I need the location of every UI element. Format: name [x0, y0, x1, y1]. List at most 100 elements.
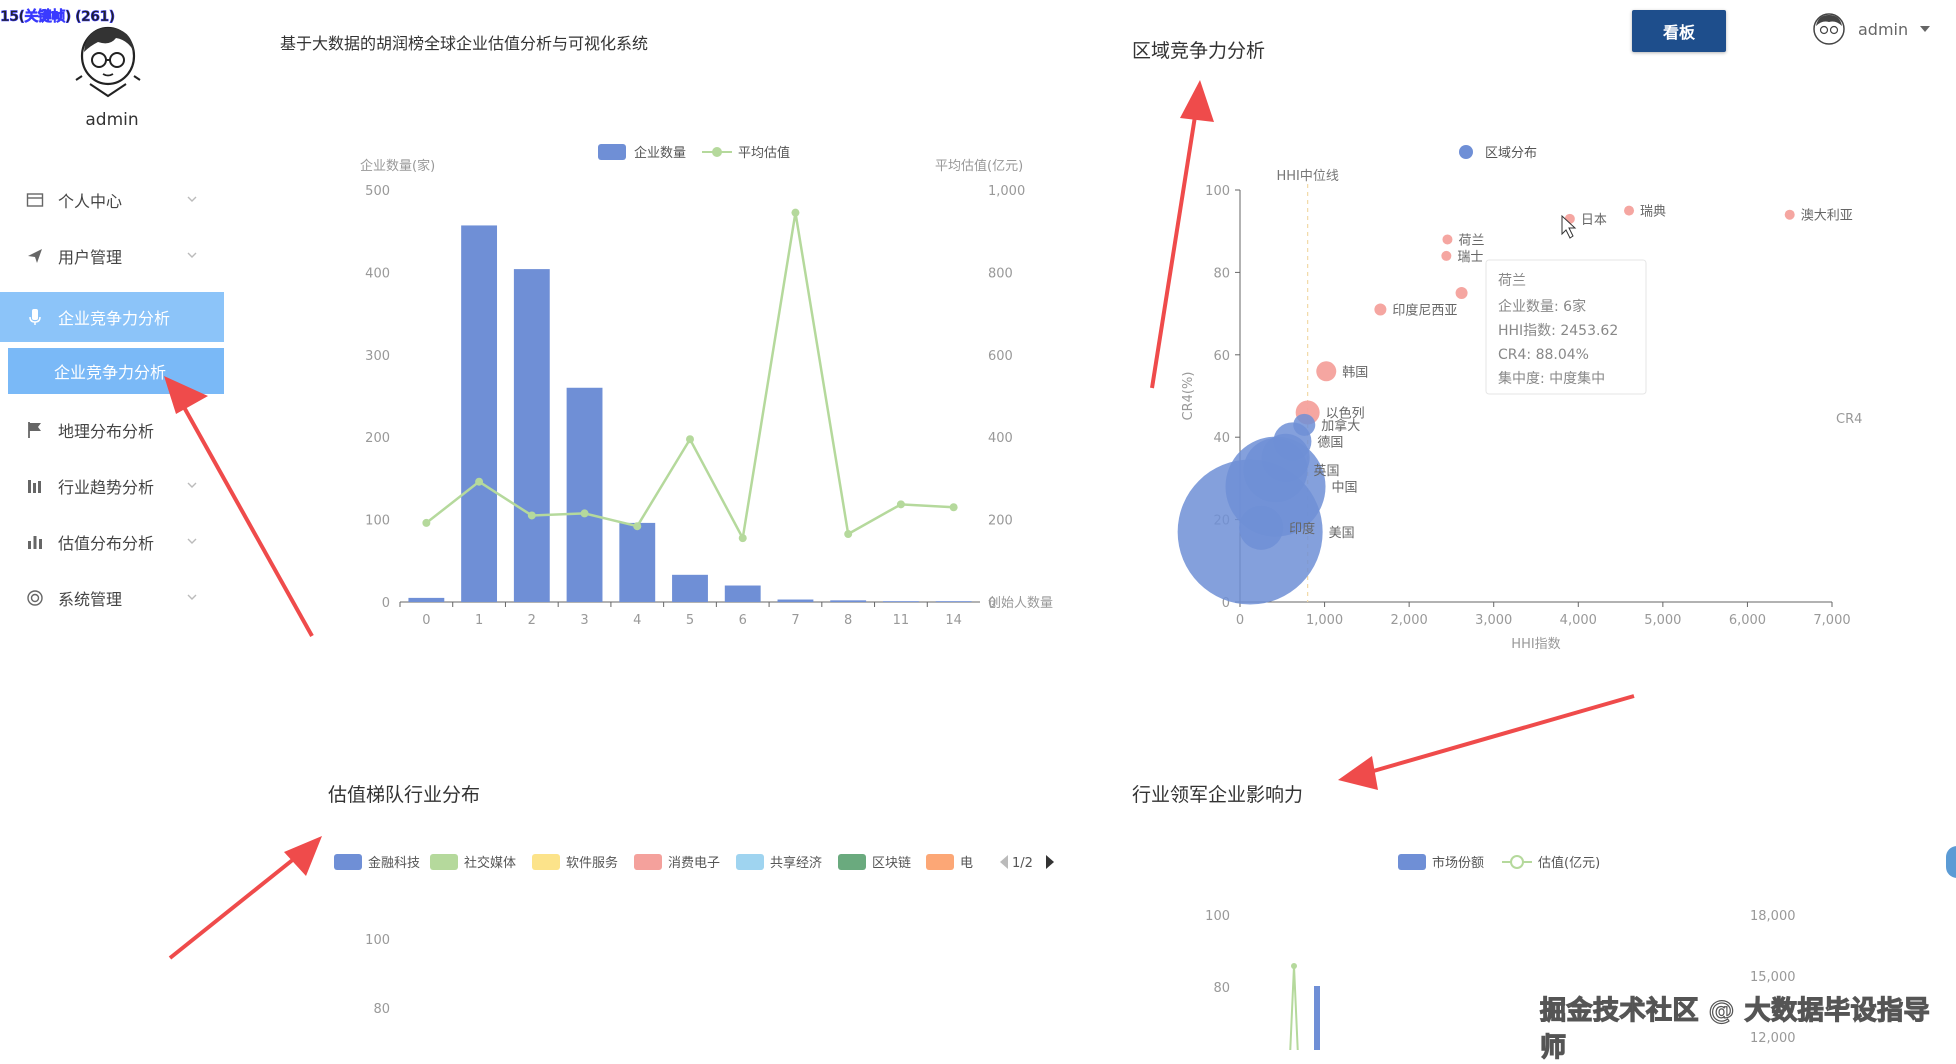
menu-item-valuation[interactable]: 估值分布分析 — [0, 514, 224, 570]
scatter-label: 中国 — [1332, 481, 1358, 496]
x-tick: 2,000 — [1391, 613, 1428, 628]
y-tick: 60 — [1213, 349, 1230, 364]
bar-partial — [1314, 986, 1320, 1050]
scatter-label: 澳大利亚 — [1801, 208, 1853, 224]
legend-label-valuation: 平均估值 — [738, 145, 790, 161]
y-tick-right: 18,000 — [1750, 909, 1796, 924]
scatter-point-14 — [1239, 505, 1284, 550]
menu-item-trend[interactable]: 行业趋势分析 — [0, 458, 224, 514]
y-tick-right: 400 — [988, 431, 1013, 446]
x-axis-name: HHI指数 — [1511, 637, 1560, 652]
send-icon — [26, 247, 44, 265]
menu-item-profile[interactable]: 个人中心 — [0, 172, 224, 228]
tier-chart: 金融科技 社交媒体 软件服务 消费电子 共享经济 区块链 电 1/2 100 80 — [334, 854, 1054, 1017]
menu-item-users[interactable]: 用户管理 — [0, 228, 224, 284]
legend-label: 软件服务 — [566, 855, 618, 871]
scatter-label: 德国 — [1317, 435, 1343, 450]
system-title: 基于大数据的胡润榜全球企业估值分析与可视化系统 — [280, 34, 649, 53]
tier-section-title: 估值梯队行业分布 — [328, 784, 481, 806]
legend-swatch — [334, 854, 362, 870]
legend-swatch-count — [598, 144, 626, 160]
menu-label-valuation: 估值分布分析 — [58, 534, 155, 553]
legend-label-count: 企业数量 — [634, 145, 686, 161]
y-tick: 100 — [1205, 184, 1230, 199]
user-avatar-small — [1813, 13, 1845, 45]
legend-dot-region — [1459, 145, 1473, 159]
cr4-label: CR4 — [1836, 412, 1862, 427]
tooltip-line: CR4: 88.04% — [1498, 347, 1589, 363]
tooltip-line: 企业数量: 6家 — [1498, 298, 1586, 315]
menu-label-system: 系统管理 — [58, 590, 123, 609]
menu-item-geo[interactable]: 地理分布分析 — [0, 402, 224, 458]
menu-label-profile: 个人中心 — [58, 192, 123, 211]
y-tick-left: 0 — [382, 596, 390, 611]
submenu-item-competitiveness[interactable]: 企业竞争力分析 — [8, 348, 224, 394]
menu-label-users: 用户管理 — [58, 248, 123, 267]
x-tick: 3,000 — [1475, 613, 1512, 628]
x-tick-label: 7 — [791, 613, 799, 628]
valuation-point-4 — [633, 522, 642, 531]
y-tick-left: 500 — [365, 184, 390, 199]
y-tick-right: 15,000 — [1750, 970, 1796, 985]
x-tick-label: 0 — [422, 613, 430, 628]
x-tick: 1,000 — [1306, 613, 1343, 628]
floating-handle[interactable] — [1946, 846, 1956, 878]
line-partial — [1289, 965, 1299, 1050]
scatter-point-6 — [1374, 303, 1387, 316]
legend-label: 金融科技 — [368, 855, 420, 871]
menu-item-system[interactable]: 系统管理 — [0, 570, 224, 626]
leader-section-title: 行业领军企业影响力 — [1132, 784, 1304, 806]
valuation-point-5 — [686, 435, 694, 444]
y-tick-right: 600 — [988, 349, 1013, 364]
bar-4 — [619, 522, 656, 602]
valuation-line — [425, 212, 954, 542]
user-menu[interactable]: admin — [1812, 12, 1932, 46]
column-icon — [26, 533, 44, 551]
bar-6 — [724, 585, 761, 602]
y-tick-left: 100 — [365, 514, 390, 529]
y-tick-right: 800 — [988, 266, 1013, 281]
scatter-point-3 — [1442, 234, 1453, 245]
x-tick-label: 4 — [633, 613, 641, 628]
bar-2 — [513, 269, 550, 602]
chevron-down-icon — [187, 196, 197, 202]
valuation-point-7 — [791, 208, 800, 217]
x-tick: 4,000 — [1560, 613, 1597, 628]
legend-swatch — [926, 854, 954, 870]
y-tick-right: 1,000 — [988, 184, 1025, 199]
chevron-down-icon — [187, 594, 197, 600]
legend-swatch — [532, 854, 560, 870]
flag-icon — [26, 421, 44, 439]
sidebar: 15(关键帧) (261) admin 个人中心 用户管理 企业竞争力分析 企业… — [0, 0, 228, 1050]
settings-icon — [26, 589, 44, 607]
bar-1 — [461, 225, 498, 602]
menu-label-geo: 地理分布分析 — [58, 422, 155, 441]
user-avatar[interactable] — [72, 22, 144, 98]
valuation-point-6 — [738, 534, 747, 543]
founder-chart: 企业数量 平均估值企业数量(家) 平均估值(亿元) 0 100 200 300 400 500 0… — [360, 144, 1053, 628]
tooltip-title: 荷兰 — [1498, 273, 1526, 289]
x-tick-label: 11 — [893, 613, 910, 628]
valuation-point-2 — [527, 511, 536, 520]
tooltip-line: 集中度: 中度集中 — [1498, 370, 1605, 387]
x-tick: 0 — [1236, 613, 1244, 628]
scatter-label: 瑞士 — [1457, 250, 1483, 265]
chevron-down-icon — [187, 252, 197, 258]
submenu-label-competitiveness: 企业竞争力分析 — [54, 363, 167, 382]
x-tick-label: 1 — [475, 613, 483, 628]
legend-swatch — [838, 854, 866, 870]
legend-label: 电 — [960, 856, 973, 871]
legend-label-value: 估值(亿元) — [1538, 855, 1600, 871]
hhi-median-label: HHI中位线 — [1276, 169, 1338, 184]
legend-swatch — [634, 854, 662, 870]
legend-dot-value — [1510, 855, 1524, 869]
chevron-down-icon — [187, 482, 197, 488]
legend-label: 社交媒体 — [464, 855, 516, 871]
bar-8 — [830, 600, 867, 602]
board-button[interactable]: 看板 — [1632, 10, 1726, 52]
bar-3 — [566, 387, 603, 602]
menu-item-competitiveness[interactable]: 企业竞争力分析 — [0, 292, 224, 342]
legend-label: 共享经济 — [770, 855, 822, 871]
side-menu: 个人中心 用户管理 企业竞争力分析 企业竞争力分析 地理分布分析 行业趋势分析 … — [0, 172, 224, 626]
legend-next-icon — [1046, 855, 1054, 869]
